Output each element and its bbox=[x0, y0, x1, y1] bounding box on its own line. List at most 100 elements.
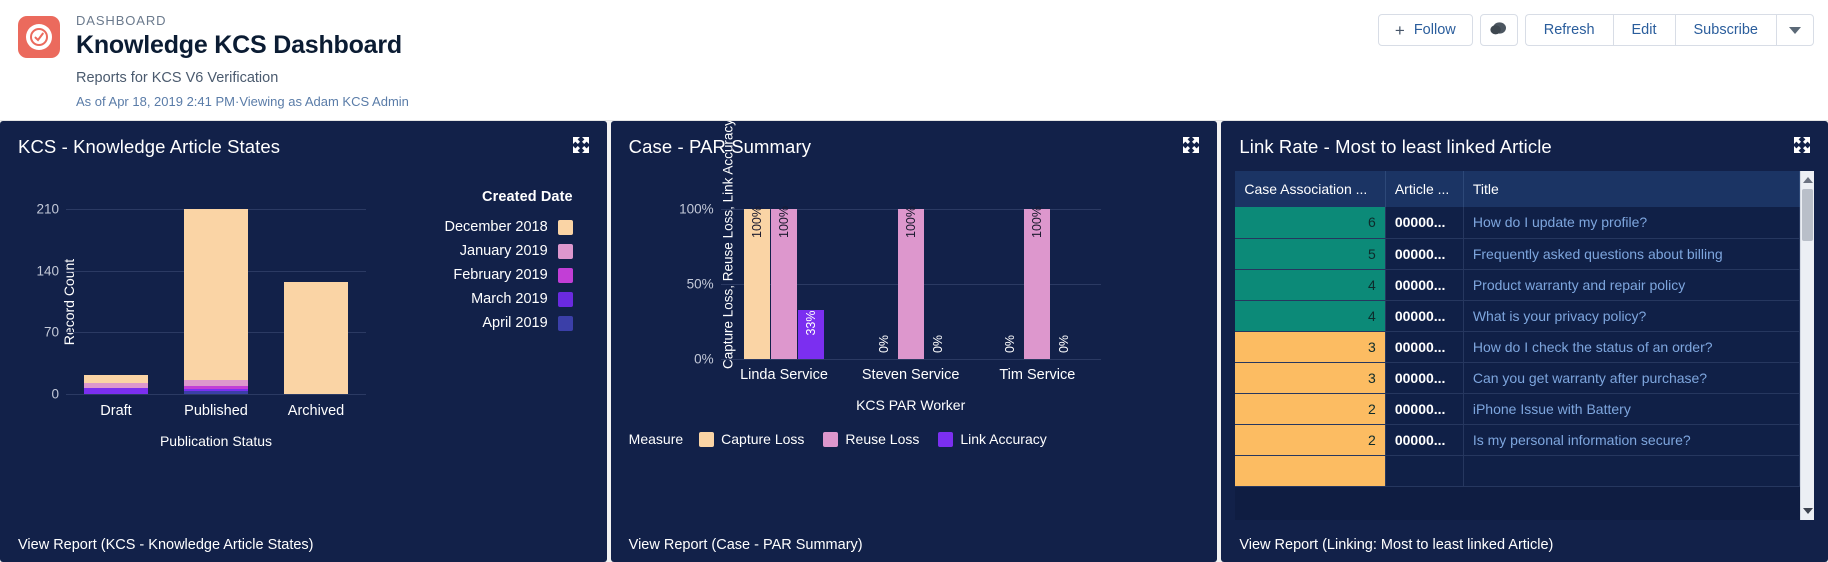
table-row[interactable]: 2 00000... iPhone Issue with Battery bbox=[1235, 393, 1801, 425]
table-row[interactable]: 3 00000... How do I check the status of … bbox=[1235, 331, 1801, 363]
cell-case-association: 2 bbox=[1235, 424, 1386, 456]
view-report-link[interactable]: View Report (Case - PAR Summary) bbox=[629, 537, 863, 553]
cell-case-association: 6 bbox=[1235, 207, 1386, 239]
dashboard-grid: KCS - Knowledge Article States Created D… bbox=[0, 120, 1828, 562]
legend-label: February 2019 bbox=[453, 267, 548, 283]
widget-link-rate-table: Link Rate - Most to least linked Article… bbox=[1221, 121, 1828, 562]
legend-swatch bbox=[699, 431, 715, 447]
cell-title-link[interactable]: iPhone Issue with Battery bbox=[1463, 393, 1801, 425]
cell-title-link[interactable]: Product warranty and repair policy bbox=[1463, 269, 1801, 301]
x-tick: Linda Service bbox=[740, 367, 828, 383]
table-row[interactable] bbox=[1235, 455, 1801, 487]
table-row[interactable]: 3 00000... Can you get warranty after pu… bbox=[1235, 362, 1801, 394]
bar-link-accuracy[interactable]: 33% bbox=[798, 309, 824, 359]
column-header-article[interactable]: Article ... bbox=[1385, 171, 1464, 207]
expand-icon[interactable] bbox=[1181, 135, 1201, 155]
widget-title: Case - PAR Summary bbox=[628, 136, 812, 157]
subscribe-button[interactable]: Subscribe bbox=[1674, 14, 1776, 46]
legend-item[interactable]: Reuse Loss bbox=[823, 431, 919, 447]
cell-title-link[interactable]: How do I check the status of an order? bbox=[1463, 331, 1801, 363]
bar-value: 100% bbox=[1030, 206, 1045, 238]
legend-label: December 2018 bbox=[444, 219, 548, 235]
cell-case-association: 3 bbox=[1235, 362, 1386, 394]
cell-title-link[interactable]: Is my personal information secure? bbox=[1463, 424, 1801, 456]
follow-button[interactable]: + Follow bbox=[1377, 14, 1473, 46]
x-axis-title: Publication Status bbox=[159, 433, 273, 449]
y-tick: 140 bbox=[36, 263, 59, 279]
legend-item[interactable]: December 2018 bbox=[445, 215, 573, 239]
bar-reuse-loss[interactable]: 100% bbox=[897, 206, 924, 359]
table-row[interactable]: 4 00000... Product warranty and repair p… bbox=[1235, 269, 1801, 301]
y-tick: 0% bbox=[694, 351, 714, 367]
table-header-row: Case Association ... Article ... Title bbox=[1235, 171, 1801, 207]
bar-draft[interactable] bbox=[84, 209, 148, 394]
header-actions: + Follow Refresh Edit Subscribe bbox=[1377, 14, 1814, 46]
bar-reuse-loss[interactable]: 100% bbox=[1024, 206, 1051, 359]
legend-item[interactable]: Link Accuracy bbox=[938, 431, 1047, 447]
table-row[interactable]: 6 00000... How do I update my profile? bbox=[1235, 207, 1801, 239]
x-tick: Tim Service bbox=[999, 367, 1076, 383]
bar-value: 100% bbox=[750, 206, 764, 238]
legend-label: Reuse Loss bbox=[845, 431, 920, 447]
table-scroll-region: Case Association ... Article ... Title 6… bbox=[1235, 171, 1801, 520]
cell-case-association: 3 bbox=[1235, 331, 1386, 363]
bar-value: 100% bbox=[777, 206, 791, 238]
table-row[interactable]: 4 00000... What is your privacy policy? bbox=[1235, 300, 1801, 332]
expand-icon[interactable] bbox=[1792, 135, 1812, 155]
chatter-button[interactable] bbox=[1479, 14, 1518, 46]
refresh-button[interactable]: Refresh bbox=[1524, 14, 1613, 46]
cell-article-number: 00000... bbox=[1385, 393, 1464, 425]
scroll-up-arrow-icon[interactable] bbox=[1801, 173, 1814, 187]
plot-area-2: Capture Loss, Reuse Loss, Link Accuracy … bbox=[679, 121, 1101, 369]
scrollbar-thumb[interactable] bbox=[1802, 189, 1814, 241]
table-container: Case Association ... Article ... Title 6… bbox=[1235, 171, 1815, 520]
cell-case-association bbox=[1235, 455, 1386, 487]
bar-capture-loss[interactable]: 100% bbox=[744, 206, 770, 359]
scroll-down-arrow-icon[interactable] bbox=[1801, 504, 1814, 518]
segment-december-2018 bbox=[84, 375, 148, 383]
y-tick: 0 bbox=[51, 386, 59, 402]
bar-value: 100% bbox=[903, 206, 918, 238]
table-row[interactable]: 2 00000... Is my personal information se… bbox=[1235, 424, 1801, 456]
legend-label: April 2019 bbox=[482, 315, 548, 331]
cell-title-link[interactable] bbox=[1463, 455, 1801, 487]
expand-icon[interactable] bbox=[571, 135, 591, 155]
link-rate-table: Case Association ... Article ... Title 6… bbox=[1235, 171, 1801, 487]
cell-case-association: 4 bbox=[1235, 269, 1386, 301]
cell-title-link[interactable]: Can you get warranty after purchase? bbox=[1463, 362, 1801, 394]
legend-item[interactable]: April 2019 bbox=[445, 311, 573, 335]
legend-item[interactable]: March 2019 bbox=[445, 287, 573, 311]
legend-item[interactable]: January 2019 bbox=[445, 239, 573, 263]
cell-article-number: 00000... bbox=[1385, 238, 1464, 270]
cell-title-link[interactable]: Frequently asked questions about billing bbox=[1463, 238, 1801, 270]
cell-title-link[interactable]: What is your privacy policy? bbox=[1463, 300, 1801, 332]
plot-area-1: Record Count 210 140 70 0 bbox=[36, 202, 366, 402]
group-steven-service: 0% 100% 0% bbox=[851, 206, 971, 359]
cell-article-number: 00000... bbox=[1385, 300, 1464, 332]
view-report-link[interactable]: View Report (KCS - Knowledge Article Sta… bbox=[18, 537, 314, 553]
bar-archived[interactable] bbox=[284, 209, 348, 394]
view-report-link[interactable]: View Report (Linking: Most to least link… bbox=[1239, 537, 1553, 553]
segment-march-2019 bbox=[84, 387, 148, 394]
column-header-title[interactable]: Title bbox=[1463, 171, 1801, 207]
column-header-case-association[interactable]: Case Association ... bbox=[1235, 171, 1386, 207]
edit-button[interactable]: Edit bbox=[1612, 14, 1675, 46]
legend-label: Capture Loss bbox=[721, 431, 805, 447]
cell-case-association: 5 bbox=[1235, 238, 1386, 270]
x-tick: Steven Service bbox=[861, 367, 960, 383]
x-tick-labels-2: Linda Service Steven Service Tim Service bbox=[721, 367, 1101, 383]
legend-item[interactable]: February 2019 bbox=[445, 263, 573, 287]
legend-item[interactable]: Capture Loss bbox=[699, 431, 804, 447]
legend-swatch bbox=[557, 267, 573, 283]
plus-icon: + bbox=[1394, 20, 1405, 40]
chatter-icon bbox=[1490, 21, 1507, 40]
bar-value: 0% bbox=[1003, 334, 1018, 354]
table-row[interactable]: 5 00000... Frequently asked questions ab… bbox=[1235, 238, 1801, 270]
cell-title-link[interactable]: How do I update my profile? bbox=[1463, 207, 1801, 239]
bar-reuse-loss[interactable]: 100% bbox=[771, 206, 797, 359]
bar-published[interactable] bbox=[184, 209, 248, 394]
y-tick: 210 bbox=[36, 201, 59, 217]
more-actions-button[interactable] bbox=[1776, 14, 1814, 46]
legend-swatch bbox=[557, 315, 573, 331]
table-scrollbar[interactable] bbox=[1800, 171, 1815, 520]
